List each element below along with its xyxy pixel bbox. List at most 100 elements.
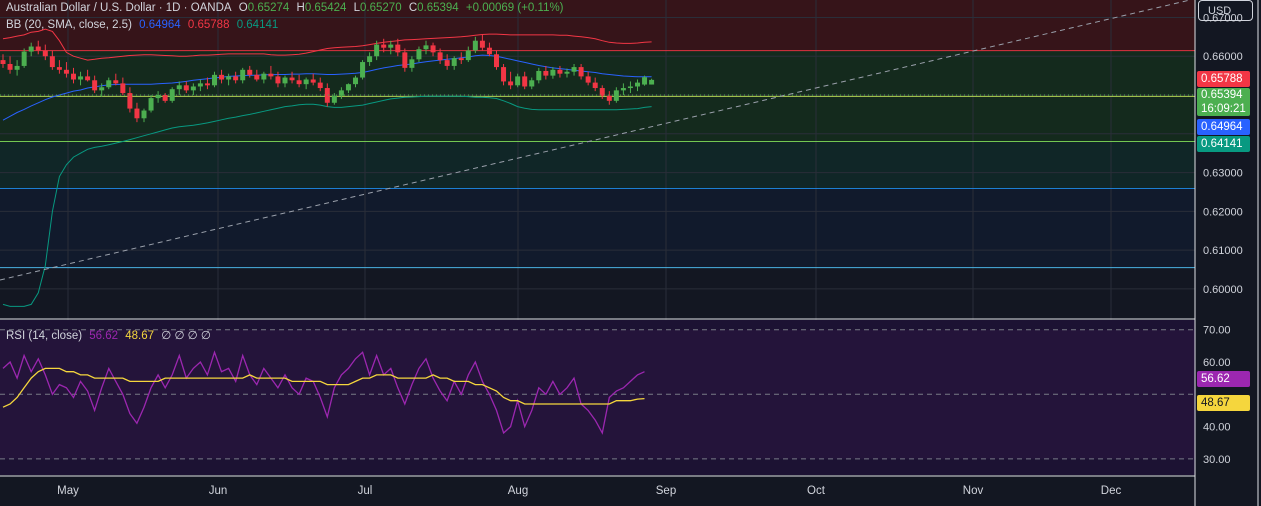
rsi-pane	[0, 320, 1195, 475]
candle-body	[536, 70, 542, 81]
time-axis-label: Aug	[508, 485, 528, 497]
candle-body	[627, 86, 633, 89]
price-axis-label: 0.61000	[1203, 245, 1243, 257]
candle-body	[71, 73, 76, 80]
candle-body	[324, 88, 330, 103]
candle-body	[141, 110, 147, 119]
candle-body	[42, 50, 48, 57]
ohlc-change: +0.00069 (+0.11%)	[465, 2, 564, 14]
candle-body	[219, 74, 225, 80]
time-axis-label: Jul	[358, 485, 373, 497]
level-zone	[0, 141, 1195, 189]
candle-body	[388, 44, 394, 48]
rsi-tag: 56.62	[1197, 371, 1250, 387]
candle-body	[113, 80, 119, 84]
time-axis-label: Nov	[963, 485, 984, 497]
candle-body	[261, 73, 267, 80]
candle-body	[21, 51, 27, 66]
candle-body	[0, 60, 6, 64]
symbol-legend[interactable]: Australian Dollar / U.S. Dollar · 1D · O…	[6, 2, 568, 14]
bb-label[interactable]: BB (20, SMA, close, 2.5)	[6, 19, 132, 31]
candle-body	[183, 85, 189, 91]
candle-body	[63, 69, 69, 74]
candle-body	[515, 76, 521, 86]
candle-body	[14, 65, 20, 70]
ohlc-close: C0.65394	[408, 2, 459, 14]
level-zone	[0, 188, 1195, 268]
candle-body	[190, 86, 196, 91]
candle-body	[197, 83, 203, 87]
last-price-value: 0.65394	[1201, 89, 1243, 101]
time-axis-label: Jun	[209, 485, 228, 497]
rsi-legend[interactable]: RSI (14, close) 56.62 48.67 ∅ ∅ ∅ ∅	[6, 328, 215, 342]
price-axis-label: 0.60000	[1203, 284, 1243, 296]
candle-body	[423, 45, 429, 50]
time-axis-label: Oct	[807, 485, 826, 497]
rsi-label[interactable]: RSI (14, close)	[6, 330, 82, 342]
candle-body	[289, 77, 295, 81]
candle-body	[92, 80, 98, 91]
ohlc-high: H0.65424	[296, 2, 347, 14]
candle-body	[35, 46, 41, 51]
candle-body	[578, 67, 584, 77]
candle-body	[430, 45, 436, 53]
symbol-title[interactable]: Australian Dollar / U.S. Dollar · 1D · O…	[6, 2, 232, 14]
candle-body	[7, 63, 13, 70]
candle-body	[416, 49, 422, 60]
candle-body	[606, 95, 612, 101]
rsi-axis-label: 60.00	[1203, 357, 1231, 369]
candle-body	[345, 84, 351, 91]
rsi-axis-label: 70.00	[1203, 325, 1231, 337]
candle-body	[486, 47, 492, 55]
candle-body	[550, 69, 556, 76]
candle-body	[437, 52, 443, 61]
candle-body	[381, 44, 387, 48]
candle-body	[28, 46, 34, 52]
bb-basis-tag: 0.64964	[1197, 119, 1250, 135]
candle-body	[226, 76, 232, 80]
candle-body	[479, 40, 485, 48]
candle-body	[85, 76, 91, 81]
candle-body	[592, 82, 598, 89]
candle-body	[508, 81, 514, 86]
candle-body	[212, 74, 217, 86]
candle-body	[360, 62, 366, 78]
candle-body	[49, 56, 55, 68]
candle-body	[176, 85, 182, 90]
candle-body	[303, 79, 309, 85]
candle-body	[585, 76, 591, 83]
ohlc-low: L0.65270	[353, 2, 402, 14]
candle-body	[613, 90, 619, 101]
currency-button[interactable]: USD	[1198, 0, 1253, 21]
candle-body	[522, 76, 528, 87]
candle-body	[204, 83, 210, 86]
last-price-tag: 0.65394 16:09:21	[1197, 88, 1250, 116]
candle-body	[395, 44, 401, 53]
candle-body	[120, 83, 126, 94]
candle-body	[296, 80, 302, 85]
candle-body	[571, 67, 577, 72]
candle-body	[233, 76, 239, 81]
price-axis-label: 0.62000	[1203, 206, 1243, 218]
rsi-axis-label: 40.00	[1203, 422, 1231, 434]
candle-body	[317, 82, 323, 89]
bb-lower-value: 0.64141	[236, 19, 279, 31]
candle-body	[254, 74, 260, 80]
bb-lower-tag: 0.64141	[1197, 136, 1250, 152]
chart-canvas[interactable]: 0.670000.660000.630000.620000.610000.600…	[0, 0, 1261, 506]
candle-body	[649, 79, 655, 85]
time-axis-label: May	[57, 485, 79, 497]
rsi-ma-tag: 48.67	[1197, 395, 1250, 411]
candle-body	[106, 80, 112, 88]
bb-legend[interactable]: BB (20, SMA, close, 2.5) 0.64964 0.65788…	[6, 19, 282, 31]
bb-basis-value: 0.64964	[139, 19, 181, 31]
candle-body	[620, 88, 626, 91]
price-axis-label: 0.66000	[1203, 51, 1243, 63]
ohlc-open: O0.65274	[238, 2, 290, 14]
bb-upper-tag: 0.65788	[1197, 71, 1250, 87]
candle-body	[465, 50, 471, 61]
candle-body	[56, 67, 62, 70]
candle-body	[444, 60, 450, 66]
time-axis-label: Sep	[656, 485, 676, 497]
time-axis-label: Dec	[1101, 485, 1122, 497]
